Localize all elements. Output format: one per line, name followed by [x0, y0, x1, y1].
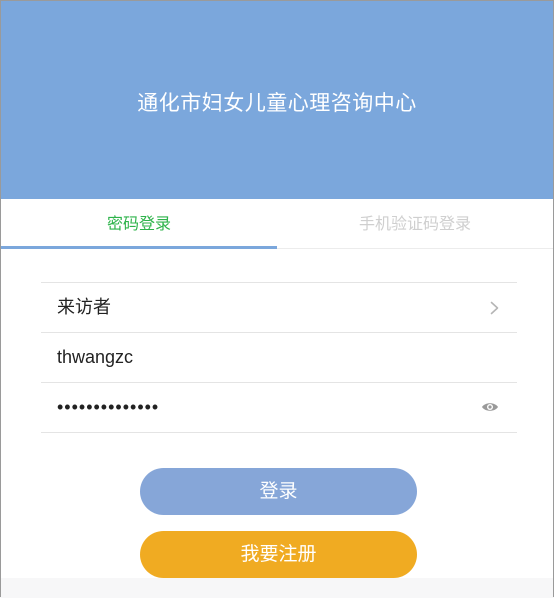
tab-password-login[interactable]: 密码登录	[1, 199, 277, 248]
login-page: 通化市妇女儿童心理咨询中心 密码登录 手机验证码登录 来访者 登录 我要注册	[0, 0, 554, 597]
password-row	[41, 383, 517, 433]
header-banner: 通化市妇女儿童心理咨询中心	[1, 1, 553, 199]
username-input[interactable]	[57, 333, 477, 381]
tab-sms-login[interactable]: 手机验证码登录	[277, 199, 553, 248]
chevron-right-icon	[490, 301, 499, 315]
login-tabs: 密码登录 手机验证码登录	[1, 199, 553, 249]
page-title: 通化市妇女儿童心理咨询中心	[137, 91, 417, 115]
login-form: 来访者	[41, 282, 517, 433]
role-selector[interactable]: 来访者	[41, 283, 517, 333]
eye-icon[interactable]	[481, 401, 499, 413]
active-tab-indicator	[1, 246, 277, 249]
bottom-strip	[1, 578, 553, 597]
register-button[interactable]: 我要注册	[140, 531, 417, 578]
username-row	[41, 333, 517, 383]
login-button[interactable]: 登录	[140, 468, 417, 515]
role-value: 来访者	[57, 297, 111, 318]
password-input[interactable]	[57, 383, 477, 431]
